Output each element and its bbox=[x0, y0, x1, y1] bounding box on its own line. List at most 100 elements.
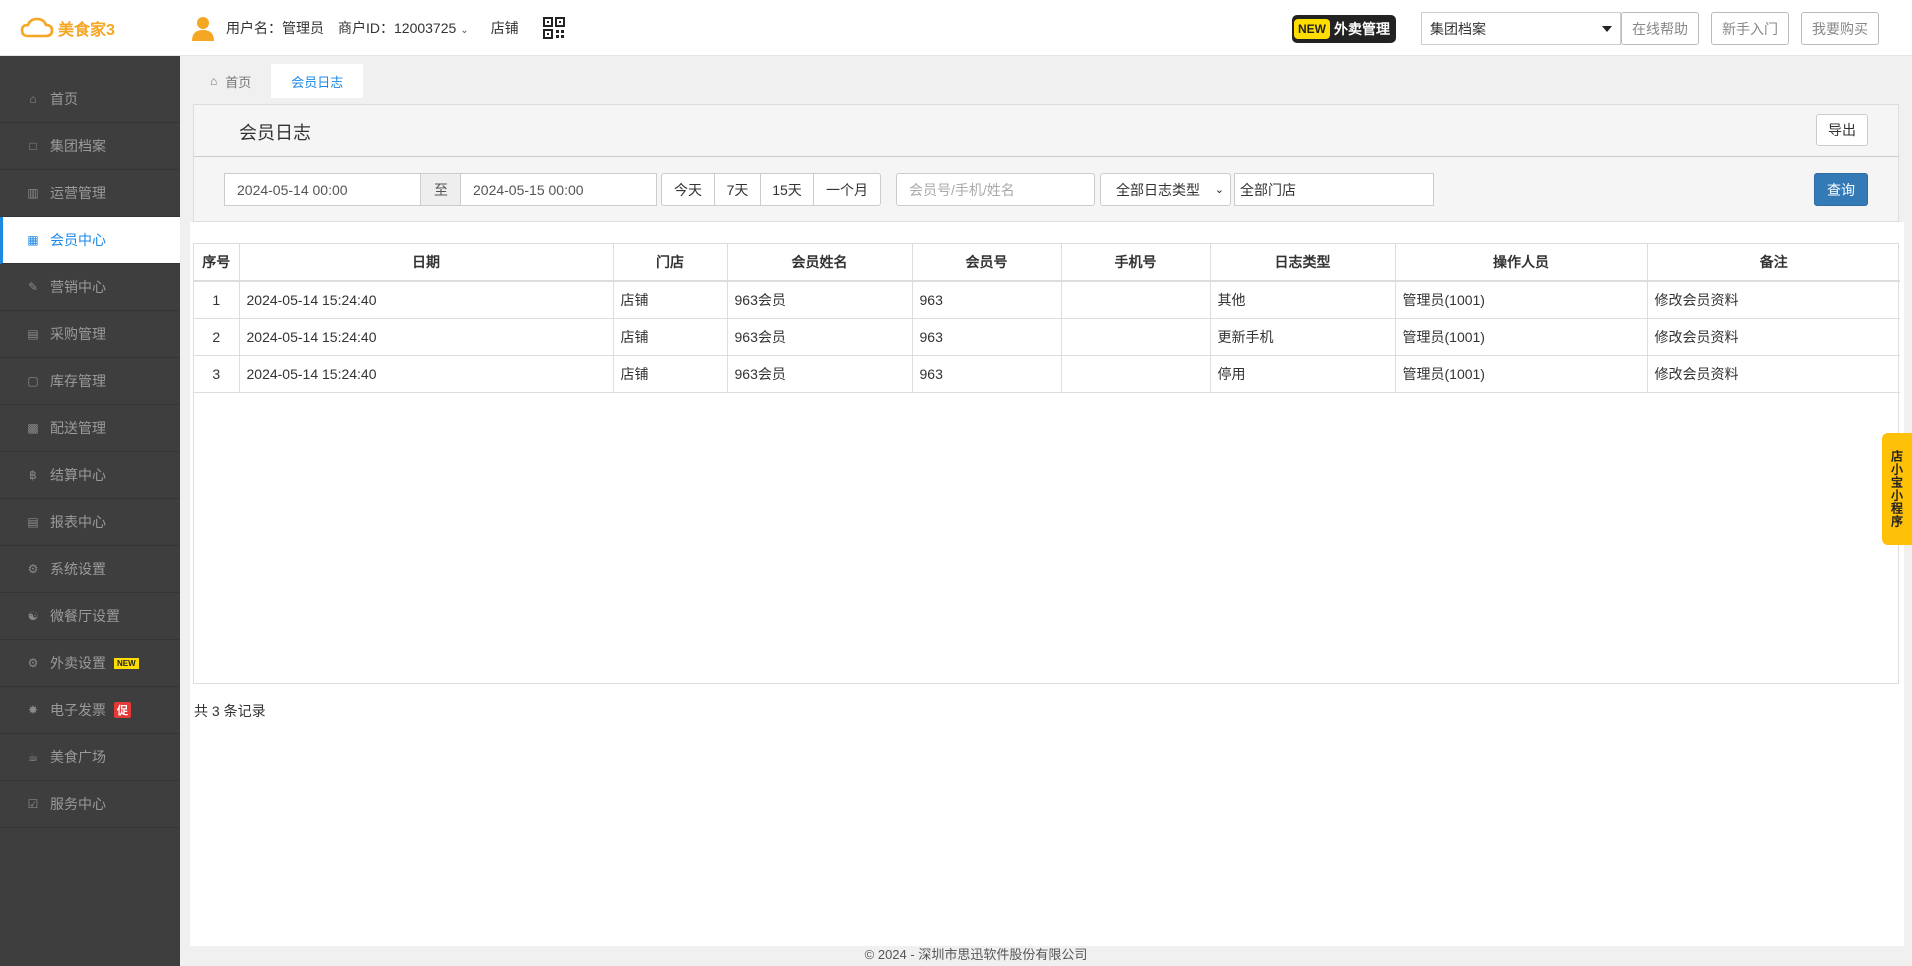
edit-icon: ✎ bbox=[27, 280, 39, 294]
table-cell: 店铺 bbox=[613, 355, 728, 393]
sidebar-item-label: 营销中心 bbox=[50, 279, 106, 295]
waimai-management-button[interactable]: NEW 外卖管理 bbox=[1292, 15, 1396, 43]
log-type-select[interactable]: 全部日志类型 ⌄ bbox=[1100, 173, 1231, 206]
sidebar-item-label: 外卖设置 bbox=[50, 655, 106, 671]
mini-program-float-tab[interactable]: 店小宝小程序 bbox=[1882, 433, 1912, 545]
sidebar-item-label: 电子发票 bbox=[50, 702, 106, 718]
new-badge: NEW bbox=[1294, 19, 1330, 39]
archive-select-value: 集团档案 bbox=[1430, 20, 1486, 37]
column-header: 序号 bbox=[194, 244, 240, 282]
quick-15days-button[interactable]: 15天 bbox=[760, 173, 814, 206]
date-to-input[interactable]: 2024-05-15 00:00 bbox=[460, 173, 657, 206]
user-avatar-icon bbox=[192, 17, 214, 41]
home-icon: ⌂ bbox=[29, 92, 37, 106]
table-cell: 2024-05-14 15:24:40 bbox=[239, 355, 614, 393]
record-count: 共 3 条记录 bbox=[194, 703, 266, 719]
sidebar-item-reports[interactable]: ▤ 报表中心 bbox=[0, 499, 180, 546]
sidebar-item-label: 配送管理 bbox=[50, 420, 106, 436]
sidebar-item-group-archive[interactable]: □ 集团档案 bbox=[0, 123, 180, 170]
quick-month-button[interactable]: 一个月 bbox=[813, 173, 881, 206]
archive-select[interactable]: 集团档案 bbox=[1421, 12, 1621, 45]
quick-today-button[interactable]: 今天 bbox=[661, 173, 715, 206]
sidebar-item-settlement[interactable]: ฿ 结算中心 bbox=[0, 452, 180, 499]
sidebar-item-service-center[interactable]: ☑ 服务中心 bbox=[0, 781, 180, 828]
column-header: 门店 bbox=[613, 244, 728, 282]
user-area: 用户名：管理员 商户ID：12003725 ⌄ 店铺 bbox=[190, 14, 565, 42]
sidebar-item-purchasing[interactable]: ▤ 采购管理 bbox=[0, 311, 180, 358]
table-cell bbox=[1061, 318, 1211, 356]
log-type-value: 全部日志类型 bbox=[1116, 181, 1200, 198]
panel-header: 会员日志 导出 bbox=[194, 105, 1898, 157]
sidebar-item-operations[interactable]: ▥ 运营管理 bbox=[0, 170, 180, 217]
online-help-button[interactable]: 在线帮助 bbox=[1621, 12, 1699, 45]
date-from-input[interactable]: 2024-05-14 00:00 bbox=[224, 173, 421, 206]
sidebar-item-delivery[interactable]: ▩ 配送管理 bbox=[0, 405, 180, 452]
bitcoin-icon: ฿ bbox=[29, 468, 37, 482]
sidebar-item-label: 采购管理 bbox=[50, 326, 106, 342]
table-cell: 停用 bbox=[1210, 355, 1396, 393]
merchant-id-dropdown[interactable]: 商户ID：12003725 ⌄ bbox=[338, 18, 469, 38]
table-cell: 修改会员资料 bbox=[1647, 281, 1900, 319]
cloud-logo-icon bbox=[20, 17, 54, 38]
check-square-icon: ☑ bbox=[27, 797, 39, 811]
sidebar-item-label: 运营管理 bbox=[50, 185, 106, 201]
cogs-icon: ⚙ bbox=[27, 562, 39, 576]
table-cell: 管理员(1001) bbox=[1395, 281, 1648, 319]
table-cell: 963 bbox=[912, 281, 1062, 319]
sidebar-item-home[interactable]: ⌂ 首页 bbox=[0, 76, 180, 123]
chevron-down-icon: ⌄ bbox=[1214, 184, 1224, 196]
star-icon: ✸ bbox=[27, 703, 39, 717]
filter-panel: 会员日志 导出 2024-05-14 00:00 至 2024-05-15 00… bbox=[193, 104, 1899, 222]
buy-button[interactable]: 我要购买 bbox=[1801, 12, 1879, 45]
table-cell: 店铺 bbox=[613, 318, 728, 356]
tab-member-log[interactable]: 会员日志 bbox=[271, 64, 364, 98]
store-name[interactable]: 店铺 bbox=[491, 18, 519, 38]
tab-home[interactable]: ⌂ 首页 bbox=[190, 64, 271, 98]
tab-label: 会员日志 bbox=[291, 74, 344, 90]
table-cell bbox=[1061, 355, 1211, 393]
app-logo[interactable]: 美食家3 bbox=[20, 16, 115, 40]
chevron-down-icon: ⌄ bbox=[460, 25, 469, 36]
table-cell: 管理员(1001) bbox=[1395, 318, 1648, 356]
table-cell: 修改会员资料 bbox=[1647, 355, 1900, 393]
quick-7days-button[interactable]: 7天 bbox=[714, 173, 761, 206]
table-cell: 其他 bbox=[1210, 281, 1396, 319]
table-cell: 店铺 bbox=[613, 281, 728, 319]
table-cell: 2024-05-14 15:24:40 bbox=[239, 281, 614, 319]
waimai-label: 外卖管理 bbox=[1334, 21, 1390, 37]
column-header: 会员号 bbox=[912, 244, 1062, 282]
qr-code-icon[interactable] bbox=[542, 17, 565, 39]
cutlery-icon: ☯ bbox=[27, 609, 39, 623]
report-icon: ▤ bbox=[27, 515, 39, 529]
bar-chart-icon: ▥ bbox=[27, 186, 39, 200]
sidebar-item-inventory[interactable]: ▢ 库存管理 bbox=[0, 358, 180, 405]
table-row[interactable]: 1 2024-05-14 15:24:40 店铺 963会员 963 其他 管理… bbox=[194, 281, 1900, 319]
sidebar-item-marketing[interactable]: ✎ 营销中心 bbox=[0, 264, 180, 311]
sidebar-item-system-settings[interactable]: ⚙ 系统设置 bbox=[0, 546, 180, 593]
beginner-guide-button[interactable]: 新手入门 bbox=[1711, 12, 1789, 45]
query-button[interactable]: 查询 bbox=[1814, 173, 1868, 206]
table-row[interactable]: 2 2024-05-14 15:24:40 店铺 963会员 963 更新手机 … bbox=[194, 318, 1900, 356]
archive-icon: □ bbox=[29, 139, 37, 153]
column-header: 日期 bbox=[239, 244, 614, 282]
tab-label: 首页 bbox=[225, 74, 252, 90]
sidebar-item-label: 系统设置 bbox=[50, 561, 106, 577]
sidebar-item-micro-restaurant[interactable]: ☯ 微餐厅设置 bbox=[0, 593, 180, 640]
column-header: 备注 bbox=[1647, 244, 1900, 282]
table-row[interactable]: 3 2024-05-14 15:24:40 店铺 963会员 963 停用 管理… bbox=[194, 355, 1900, 393]
sidebar-item-food-plaza[interactable]: ☕ 美食广场 bbox=[0, 734, 180, 781]
sidebar-item-e-invoice[interactable]: ✸ 电子发票 促 bbox=[0, 687, 180, 734]
member-search-input[interactable]: 会员号/手机/姓名 bbox=[896, 173, 1095, 206]
sidebar-item-label: 首页 bbox=[50, 91, 78, 107]
sidebar-item-takeout-settings[interactable]: ⚙ 外卖设置 NEW bbox=[0, 640, 180, 687]
table-cell: 1 bbox=[194, 281, 240, 319]
table-cell: 管理员(1001) bbox=[1395, 355, 1648, 393]
book-icon: ▤ bbox=[27, 327, 39, 341]
sidebar-item-label: 会员中心 bbox=[50, 232, 106, 248]
page-tabs: ⌂ 首页 会员日志 bbox=[190, 64, 364, 98]
store-select-input[interactable]: 全部门店 bbox=[1234, 173, 1434, 206]
sidebar-item-label: 集团档案 bbox=[50, 138, 106, 154]
sidebar-item-member-center[interactable]: ▦ 会员中心 bbox=[0, 217, 180, 264]
export-button[interactable]: 导出 bbox=[1816, 114, 1868, 146]
truck-icon: ▩ bbox=[27, 421, 39, 435]
